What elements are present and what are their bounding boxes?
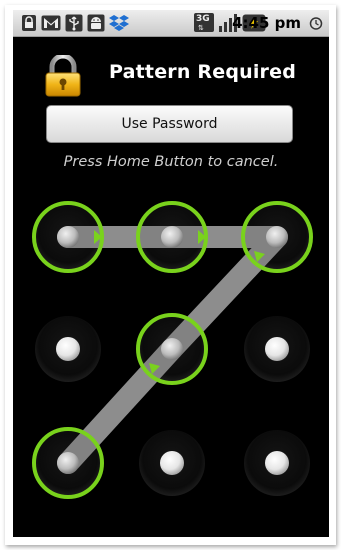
phone-screen: 3G ⇅ 4:45 pm Pattern Required Use Passwo… <box>13 10 329 537</box>
pattern-dot-6 <box>265 337 289 361</box>
pattern-dot-4 <box>56 337 80 361</box>
pattern-dot-3 <box>266 226 288 248</box>
pattern-grid[interactable] <box>13 10 329 537</box>
pattern-dot-9 <box>265 451 289 475</box>
pattern-dot-1 <box>57 226 79 248</box>
pattern-dot-2 <box>161 226 183 248</box>
pattern-dot-5 <box>161 338 183 360</box>
pattern-dot-8 <box>160 451 184 475</box>
pattern-dot-7 <box>57 452 79 474</box>
